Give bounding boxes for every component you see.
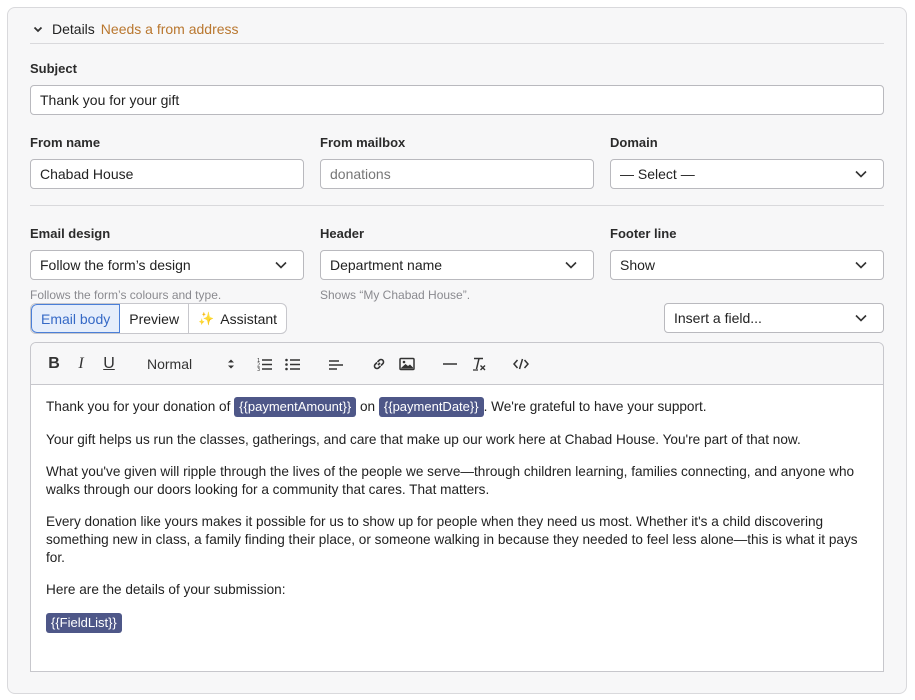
chevron-down-icon [855, 314, 867, 322]
bullet-list-icon [285, 357, 301, 371]
horizontal-rule-icon [442, 357, 458, 371]
code-icon [513, 357, 529, 371]
footer-line-value: Show [620, 257, 656, 273]
sparkle-icon: ✨ [198, 310, 215, 326]
tab-preview[interactable]: Preview [120, 304, 190, 333]
chevron-down-icon [565, 261, 577, 269]
from-mailbox-input[interactable]: donations [320, 159, 594, 189]
body-tabs: Email body Preview ✨ Assistant [30, 303, 288, 334]
footer-line-label: Footer line [610, 226, 677, 241]
insert-field-value: Insert a field... [674, 310, 762, 326]
ordered-list-icon: 123 [257, 357, 273, 371]
format-select[interactable]: Normal [147, 353, 235, 375]
tab-email-body-label: Email body [41, 310, 111, 327]
body-paragraph: Your gift helps us run the classes, gath… [46, 432, 801, 447]
body-paragraph: {{FieldList}} [46, 613, 868, 633]
svg-text:3: 3 [257, 367, 260, 371]
from-mailbox-placeholder: donations [330, 166, 391, 182]
ordered-list-button[interactable]: 123 [257, 353, 273, 375]
details-toggle[interactable]: Details Needs a from address [32, 18, 239, 40]
email-design-value: Follow the form’s design [40, 257, 191, 273]
subject-value: Thank you for your gift [40, 92, 180, 108]
email-design-select[interactable]: Follow the form’s design [30, 250, 304, 280]
bullet-list-button[interactable] [285, 353, 301, 375]
merge-field-chip[interactable]: {{paymentAmount}} [234, 397, 357, 417]
updown-chevron-icon [227, 358, 235, 370]
image-icon [399, 357, 415, 371]
bold-button[interactable]: B [47, 353, 61, 375]
body-text: Thank you for your donation of [46, 399, 231, 414]
rich-text-editor: B I U Normal 123 Thank you for your dona… [30, 342, 884, 672]
body-text: . We're grateful to have your support. [483, 399, 707, 414]
chevron-down-icon [275, 261, 287, 269]
domain-label: Domain [610, 135, 658, 150]
merge-field-chip[interactable]: {{paymentDate}} [378, 397, 484, 417]
underline-button[interactable]: U [102, 353, 116, 375]
chevron-down-icon [32, 23, 44, 35]
header-value: Department name [330, 257, 443, 273]
image-button[interactable] [399, 353, 415, 375]
align-button[interactable] [328, 353, 344, 375]
italic-button[interactable]: I [74, 353, 88, 375]
header-select[interactable]: Department name [320, 250, 594, 280]
body-paragraph: Here are the details of your submission: [46, 582, 286, 597]
italic-icon: I [78, 355, 84, 372]
email-design-hint: Follows the form’s colours and type. [30, 288, 222, 302]
chevron-down-icon [855, 170, 867, 178]
body-paragraph: Every donation like yours makes it possi… [46, 514, 858, 565]
underline-icon: U [103, 355, 115, 372]
header-label: Header [320, 226, 365, 241]
email-settings-panel: Details Needs a from address Subject Tha… [7, 7, 907, 694]
merge-field-chip[interactable]: {{FieldList}} [46, 613, 122, 633]
email-design-label: Email design [30, 226, 111, 241]
insert-field-select[interactable]: Insert a field... [664, 303, 884, 333]
body-paragraph: What you've given will ripple through th… [46, 464, 855, 497]
link-icon [371, 356, 387, 372]
bold-icon: B [48, 355, 60, 372]
details-warning: Needs a from address [100, 21, 239, 37]
code-button[interactable] [513, 353, 529, 375]
header-hint: Shows “My Chabad House”. [320, 288, 471, 302]
from-name-label: From name [30, 135, 101, 150]
footer-line-select[interactable]: Show [610, 250, 884, 280]
from-mailbox-label: From mailbox [320, 135, 406, 150]
editor-content[interactable]: Thank you for your donation of {{payment… [31, 385, 883, 659]
tab-assistant[interactable]: ✨ Assistant [189, 304, 286, 333]
tab-assistant-label: Assistant [220, 310, 278, 327]
details-title: Details [52, 21, 95, 37]
tab-preview-label: Preview [129, 310, 180, 327]
format-value: Normal [147, 356, 193, 372]
subject-input[interactable]: Thank you for your gift [30, 85, 884, 115]
divider [30, 43, 884, 44]
divider [30, 205, 884, 206]
subject-label: Subject [30, 61, 77, 76]
clear-format-button[interactable] [471, 353, 487, 375]
body-paragraph: Thank you for your donation of {{payment… [46, 397, 868, 417]
tab-email-body[interactable]: Email body [31, 304, 121, 333]
domain-select[interactable]: — Select — [610, 159, 884, 189]
from-name-value: Chabad House [40, 166, 134, 182]
from-name-input[interactable]: Chabad House [30, 159, 304, 189]
horizontal-rule-button[interactable] [442, 353, 458, 375]
chevron-down-icon [855, 261, 867, 269]
editor-toolbar: B I U Normal 123 [31, 343, 883, 385]
domain-value: — Select — [620, 166, 695, 182]
align-icon [328, 357, 344, 371]
clear-format-icon [471, 356, 487, 372]
body-text: on [359, 399, 376, 414]
link-button[interactable] [371, 353, 387, 375]
